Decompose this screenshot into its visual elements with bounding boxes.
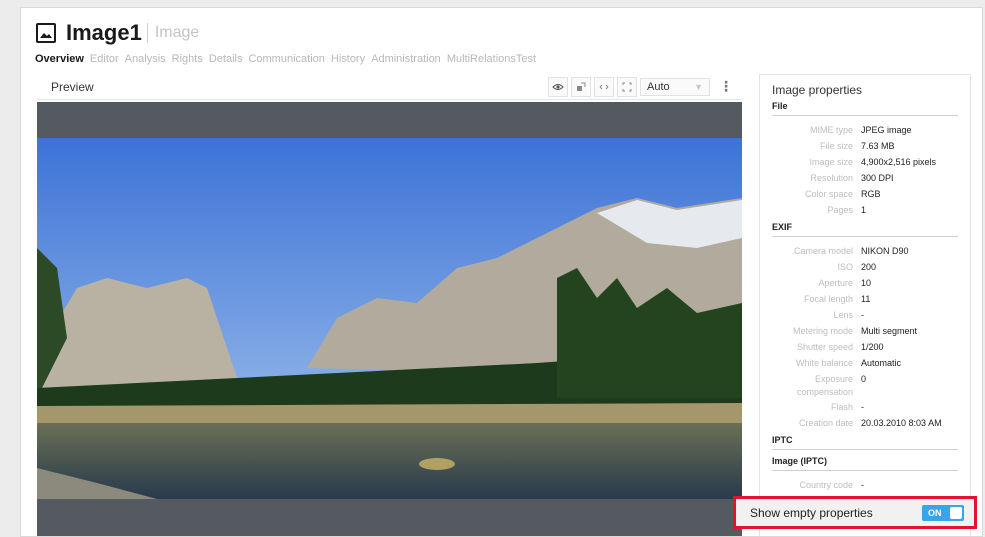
fit-width-icon[interactable]: [594, 76, 614, 97]
tab-analysis[interactable]: Analysis: [125, 53, 166, 65]
prop-row: Lens -: [833, 310, 864, 320]
iptc-section: Country code -: [760, 471, 970, 493]
show-empty-properties-row: Show empty properties ON: [733, 496, 977, 529]
exif-section: Camera model NIKON D90 ISO 200 Aperture 10 …: [760, 237, 970, 431]
prop-row: MIME type JPEG image: [809, 125, 912, 135]
prop-row: Pages 1: [827, 205, 867, 215]
exif-section-header: EXIF: [772, 222, 958, 237]
file-section-header: File: [772, 101, 958, 116]
prop-row: Aperture 10: [818, 278, 872, 288]
file-section: MIME type JPEG image File size 7.63 MB Ima…: [760, 116, 970, 218]
tab-overview[interactable]: Overview: [35, 53, 84, 65]
prop-row: Flash -: [830, 402, 864, 412]
prop-row: Creation date 20.03.2010 8:03 AM: [798, 418, 942, 428]
tab-rights[interactable]: Rights: [172, 53, 203, 65]
more-options-icon[interactable]: ⋮: [718, 78, 734, 96]
preview-canvas: [37, 102, 742, 536]
page-subtitle: Image: [154, 24, 200, 41]
prop-row: Image size 4,900x2,516 pixels: [809, 157, 937, 167]
fullscreen-icon[interactable]: [617, 76, 637, 97]
prop-row: File size 7.63 MB: [819, 141, 895, 151]
zoom-value: Auto: [647, 80, 670, 93]
prop-row: Shutter speed 1/200: [796, 342, 884, 352]
app-window: Image1 Image Overview Editor Analysis Ri…: [20, 7, 983, 537]
preview-panel: Preview Auto ▼ ⋮: [37, 74, 742, 536]
show-empty-properties-toggle[interactable]: ON: [922, 504, 964, 521]
prop-row: Color space RGB: [804, 189, 881, 199]
toggle-state: ON: [928, 507, 942, 518]
prop-row: Resolution 300 DPI: [810, 173, 894, 183]
tab-communication[interactable]: Communication: [248, 53, 324, 65]
preview-title: Preview: [51, 79, 94, 94]
iptc-section-header: IPTC: [772, 435, 958, 450]
iptc-subsection-header: Image (IPTC): [772, 456, 958, 471]
prop-row: ISO 200: [837, 262, 877, 272]
properties-title: Image properties: [772, 83, 863, 97]
preview-image[interactable]: [37, 138, 742, 499]
properties-panel: Image properties File MIME type JPEG imag…: [759, 74, 971, 536]
tab-administration[interactable]: Administration: [371, 53, 441, 65]
title-row: Image1 Image: [35, 16, 982, 50]
resize-icon[interactable]: [571, 76, 591, 97]
image-icon: [35, 22, 57, 44]
show-empty-properties-label: Show empty properties: [750, 505, 873, 520]
tab-editor[interactable]: Editor: [90, 53, 119, 65]
tab-multirelationstest[interactable]: MultiRelationsTest: [447, 53, 536, 65]
header: Image1 Image Overview Editor Analysis Ri…: [35, 16, 982, 76]
toggle-knob: [950, 506, 962, 519]
prop-row: Metering mode Multi segment: [792, 326, 918, 336]
preview-toolbar: Preview Auto ▼ ⋮: [37, 74, 742, 100]
prop-row: Camera model NIKON D90: [793, 246, 909, 256]
prop-row: Focal length 11: [803, 294, 871, 304]
tab-history[interactable]: History: [331, 53, 365, 65]
prop-row: White balance Automatic: [795, 358, 902, 368]
prop-row: Exposure compensation 0: [796, 374, 867, 397]
tab-bar: Overview Editor Analysis Rights Details …: [35, 53, 982, 65]
zoom-select[interactable]: Auto ▼: [640, 77, 710, 96]
title-divider: [146, 23, 148, 43]
chevron-down-icon: ▼: [694, 81, 703, 92]
prop-row: Country code -: [799, 480, 864, 490]
page-title: Image1: [66, 20, 142, 45]
eye-icon[interactable]: [548, 76, 568, 97]
tab-details[interactable]: Details: [209, 53, 243, 65]
